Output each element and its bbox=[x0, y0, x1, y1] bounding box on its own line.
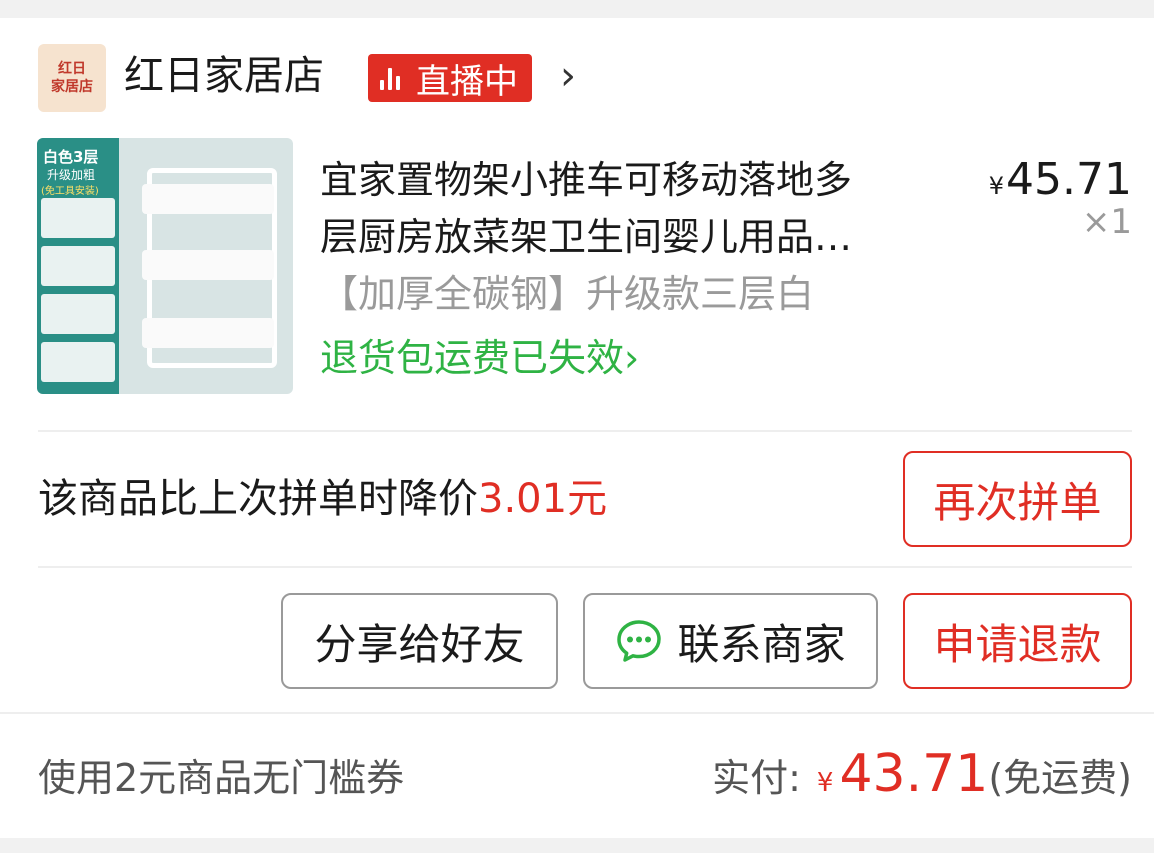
store-logo-line1: 红日 bbox=[58, 61, 86, 77]
product-spec: 【加厚全碳钢】升级款三层白 bbox=[320, 272, 815, 316]
product-title[interactable]: 宜家置物架小推车可移动落地多 层厨房放菜架卫生间婴儿用品… bbox=[320, 152, 960, 266]
store-chevron-icon[interactable]: › bbox=[560, 48, 576, 104]
store-logo[interactable]: 红日 家居店 bbox=[38, 44, 106, 112]
contact-seller-button[interactable]: 联系商家 bbox=[583, 593, 878, 689]
paid-amount-row: 实付: ¥ 43.71 (免运费) bbox=[712, 744, 1132, 804]
product-title-line2: 层厨房放菜架卫生间婴儿用品… bbox=[320, 215, 853, 259]
shipping-note: (免运费) bbox=[988, 756, 1132, 800]
thumbnail-side-panel: 白色3层 升级加粗 (免工具安装) bbox=[37, 138, 119, 394]
paid-currency: ¥ bbox=[816, 768, 834, 798]
price-drop-text: 该商品比上次拼单时降价 bbox=[38, 476, 478, 522]
product-title-line1: 宜家置物架小推车可移动落地多 bbox=[320, 158, 853, 202]
divider bbox=[38, 430, 1132, 432]
reorder-button[interactable]: 再次拼单 bbox=[903, 451, 1132, 547]
footer-divider bbox=[0, 712, 1154, 714]
return-shipping-status[interactable]: 退货包运费已失效› bbox=[320, 330, 639, 386]
order-card: 红日 家居店 红日家居店 直播中 › 白色3层 升级加粗 (免工具安装) 宜家置… bbox=[0, 18, 1154, 838]
price-drop-notice: 该商品比上次拼单时降价3.01元 bbox=[38, 470, 607, 528]
thumb-color-label: 白色3层 bbox=[43, 148, 99, 166]
refund-button[interactable]: 申请退款 bbox=[903, 593, 1132, 689]
coupon-info: 使用2元商品无门槛券 bbox=[38, 756, 405, 800]
return-status-text: 退货包运费已失效 bbox=[320, 336, 625, 380]
price-drop-amount: 3.01元 bbox=[478, 476, 608, 522]
cart-shelf-bottom bbox=[142, 318, 274, 348]
thumb-shelf-box bbox=[41, 342, 115, 382]
return-chevron-icon: › bbox=[624, 336, 640, 380]
thumb-upgrade-label: 升级加粗 bbox=[47, 168, 96, 182]
live-label: 直播中 bbox=[416, 61, 518, 102]
thumb-install-label: (免工具安装) bbox=[41, 186, 99, 197]
store-logo-line2: 家居店 bbox=[51, 79, 93, 95]
price-currency: ¥ bbox=[988, 172, 1005, 200]
live-bars-icon bbox=[380, 66, 404, 90]
cart-shelf-middle bbox=[142, 250, 274, 280]
thumb-accessories-box bbox=[41, 294, 115, 334]
paid-label: 实付: bbox=[712, 756, 801, 800]
paid-amount: 43.71 bbox=[839, 744, 989, 804]
cart-shelf-top bbox=[142, 184, 274, 214]
share-button[interactable]: 分享给好友 bbox=[281, 593, 558, 689]
store-name[interactable]: 红日家居店 bbox=[124, 48, 324, 104]
live-badge[interactable]: 直播中 bbox=[368, 54, 532, 102]
thumb-wheels-box bbox=[41, 246, 115, 286]
thumb-hooks-box bbox=[41, 198, 115, 238]
product-quantity: ×1 bbox=[1081, 202, 1132, 242]
product-thumbnail[interactable]: 白色3层 升级加粗 (免工具安装) bbox=[37, 138, 293, 394]
contact-seller-label: 联系商家 bbox=[677, 619, 846, 669]
chat-icon bbox=[617, 620, 662, 662]
divider bbox=[38, 566, 1132, 568]
